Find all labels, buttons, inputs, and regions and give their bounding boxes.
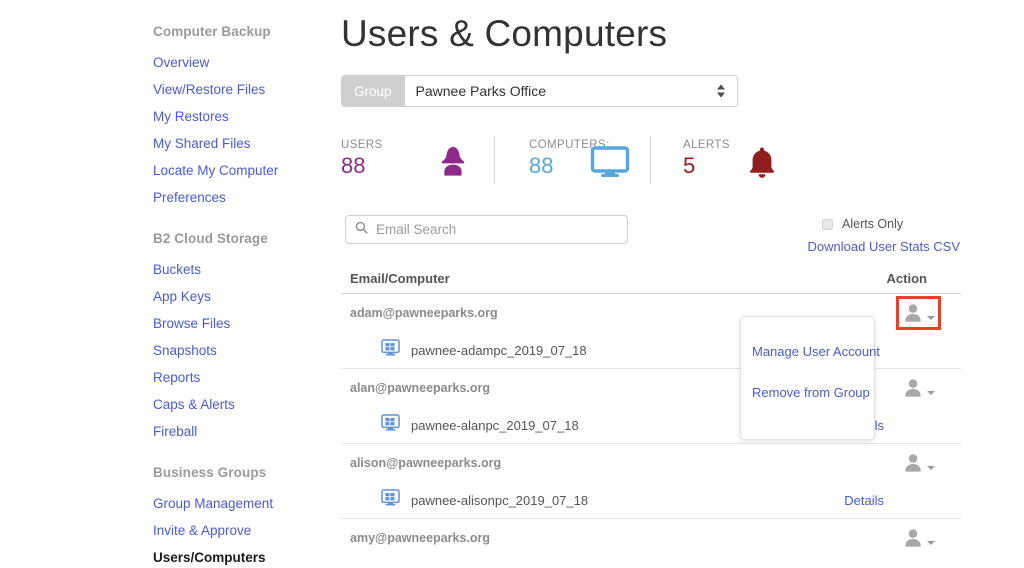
sidebar-item-fireball[interactable]: Fireball bbox=[153, 424, 328, 440]
sidebar-heading-b2-cloud-storage: B2 Cloud Storage bbox=[153, 231, 268, 246]
computer-monitor-icon bbox=[381, 489, 400, 511]
stat-computers-icon-wrap bbox=[590, 136, 650, 188]
computer-monitor-icon bbox=[381, 414, 400, 436]
page-root: Computer Backup Overview View/Restore Fi… bbox=[0, 0, 1024, 568]
group-selector-label: Group bbox=[342, 76, 404, 106]
search-input[interactable]: Email Search bbox=[345, 215, 628, 244]
sidebar-item-invite-approve[interactable]: Invite & Approve bbox=[153, 523, 328, 539]
stats-bar: USERS 88 COMPUTERS: 88 ALERTS 5 bbox=[341, 136, 961, 188]
table-row: alison@pawneeparks.org pawnee-alisonpc_2… bbox=[341, 444, 961, 519]
sidebar-item-app-keys[interactable]: App Keys bbox=[153, 289, 328, 305]
stat-users-icon-wrap bbox=[438, 136, 494, 188]
table-header: Email/Computer Action bbox=[341, 271, 961, 294]
chevron-down-icon bbox=[927, 541, 935, 545]
computer-details-link[interactable]: Details bbox=[844, 493, 884, 508]
download-user-stats-csv-link[interactable]: Download User Stats CSV bbox=[808, 239, 960, 254]
sidebar-item-browse-files[interactable]: Browse Files bbox=[153, 316, 328, 332]
chevron-down-icon bbox=[927, 466, 935, 470]
action-cell bbox=[900, 450, 937, 476]
sidebar-item-group-management[interactable]: Group Management bbox=[153, 496, 328, 512]
computer-monitor-icon bbox=[381, 339, 400, 361]
stat-alerts: ALERTS 5 bbox=[651, 136, 746, 188]
user-actions-button[interactable] bbox=[900, 525, 937, 551]
computer-name: pawnee-alanpc_2019_07_18 bbox=[411, 417, 579, 433]
user-action-menu: Manage User Account Remove from Group bbox=[740, 316, 880, 440]
sidebar-item-my-shared-files[interactable]: My Shared Files bbox=[153, 136, 328, 152]
sidebar-group-b2-cloud-storage: B2 Cloud Storage Buckets App Keys Browse… bbox=[153, 231, 328, 440]
user-email: alan@pawneeparks.org bbox=[350, 381, 491, 395]
user-actions-button[interactable] bbox=[896, 296, 941, 330]
group-selector-value: Pawnee Parks Office bbox=[415, 83, 547, 99]
alerts-only-checkbox[interactable]: Alerts Only bbox=[822, 217, 960, 231]
monitor-icon bbox=[590, 136, 630, 188]
table-row: amy@pawneeparks.org bbox=[341, 519, 961, 557]
user-email: amy@pawneeparks.org bbox=[350, 531, 491, 545]
sidebar-item-locate-my-computer[interactable]: Locate My Computer bbox=[153, 163, 328, 179]
computer-name: pawnee-adampc_2019_07_18 bbox=[411, 342, 587, 358]
user-actions-button[interactable] bbox=[900, 450, 937, 476]
sidebar-group-business-groups: Business Groups Group Management Invite … bbox=[153, 465, 328, 566]
search-input-placeholder: Email Search bbox=[376, 222, 457, 237]
menu-item-manage-user-account[interactable]: Manage User Account bbox=[752, 344, 880, 359]
user-actions-button[interactable] bbox=[900, 375, 937, 401]
action-cell bbox=[900, 525, 937, 551]
stat-alerts-value: 5 bbox=[683, 153, 696, 178]
stat-users: USERS 88 bbox=[341, 136, 438, 188]
avatar-icon bbox=[905, 379, 921, 397]
page-title: Users & Computers bbox=[341, 13, 668, 54]
sidebar-item-preferences[interactable]: Preferences bbox=[153, 190, 328, 206]
chevron-down-icon bbox=[927, 316, 935, 320]
sidebar-item-view-restore-files[interactable]: View/Restore Files bbox=[153, 82, 328, 98]
checkbox-box-icon[interactable] bbox=[822, 218, 833, 230]
sidebar-item-buckets[interactable]: Buckets bbox=[153, 262, 328, 278]
group-selector[interactable]: Group Pawnee Parks Office bbox=[341, 75, 738, 107]
column-header-email-computer: Email/Computer bbox=[350, 271, 450, 286]
avatar-icon bbox=[905, 304, 921, 322]
chevron-down-icon bbox=[927, 391, 935, 395]
stat-alerts-caption: ALERTS bbox=[683, 139, 730, 151]
sidebar-item-my-restores[interactable]: My Restores bbox=[153, 109, 328, 125]
user-row-amy: amy@pawneeparks.org bbox=[350, 519, 961, 557]
sidebar-group-computer-backup: Computer Backup Overview View/Restore Fi… bbox=[153, 24, 328, 206]
sidebar: Computer Backup Overview View/Restore Fi… bbox=[153, 24, 328, 568]
column-header-action: Action bbox=[886, 271, 927, 286]
bell-icon bbox=[746, 136, 778, 188]
user-email: adam@pawneeparks.org bbox=[350, 306, 498, 320]
action-cell bbox=[900, 375, 937, 401]
stat-computers: COMPUTERS: 88 bbox=[495, 136, 609, 188]
stat-users-caption: USERS bbox=[341, 139, 383, 151]
stat-alerts-icon-wrap bbox=[746, 136, 806, 188]
stat-users-value: 88 bbox=[341, 153, 366, 178]
action-cell bbox=[896, 296, 941, 330]
user-person-icon bbox=[438, 136, 468, 188]
sidebar-item-caps-alerts[interactable]: Caps & Alerts bbox=[153, 397, 328, 413]
avatar-icon bbox=[905, 529, 921, 547]
filter-row: Email Search Alerts Only Download User S… bbox=[341, 215, 961, 271]
sidebar-heading-computer-backup: Computer Backup bbox=[153, 24, 271, 39]
computer-row-alison: pawnee-alisonpc_2019_07_18 Details bbox=[350, 482, 961, 518]
sidebar-heading-business-groups: Business Groups bbox=[153, 465, 267, 480]
avatar-icon bbox=[905, 454, 921, 472]
user-row-alison: alison@pawneeparks.org bbox=[350, 444, 961, 482]
sidebar-item-reports[interactable]: Reports bbox=[153, 370, 328, 386]
user-email: alison@pawneeparks.org bbox=[350, 456, 502, 470]
sidebar-item-snapshots[interactable]: Snapshots bbox=[153, 343, 328, 359]
computer-name: pawnee-alisonpc_2019_07_18 bbox=[411, 492, 589, 508]
sidebar-item-overview[interactable]: Overview bbox=[153, 55, 328, 71]
spinner-arrows-icon bbox=[717, 84, 725, 98]
main-content: Users & Computers Group Pawnee Parks Off… bbox=[341, 0, 961, 557]
group-selector-dropdown[interactable]: Pawnee Parks Office bbox=[403, 76, 737, 106]
alerts-only-label: Alerts Only bbox=[842, 217, 904, 231]
search-icon bbox=[355, 221, 368, 239]
menu-item-remove-from-group[interactable]: Remove from Group bbox=[752, 385, 874, 400]
sidebar-item-users-computers[interactable]: Users/Computers bbox=[153, 550, 328, 566]
